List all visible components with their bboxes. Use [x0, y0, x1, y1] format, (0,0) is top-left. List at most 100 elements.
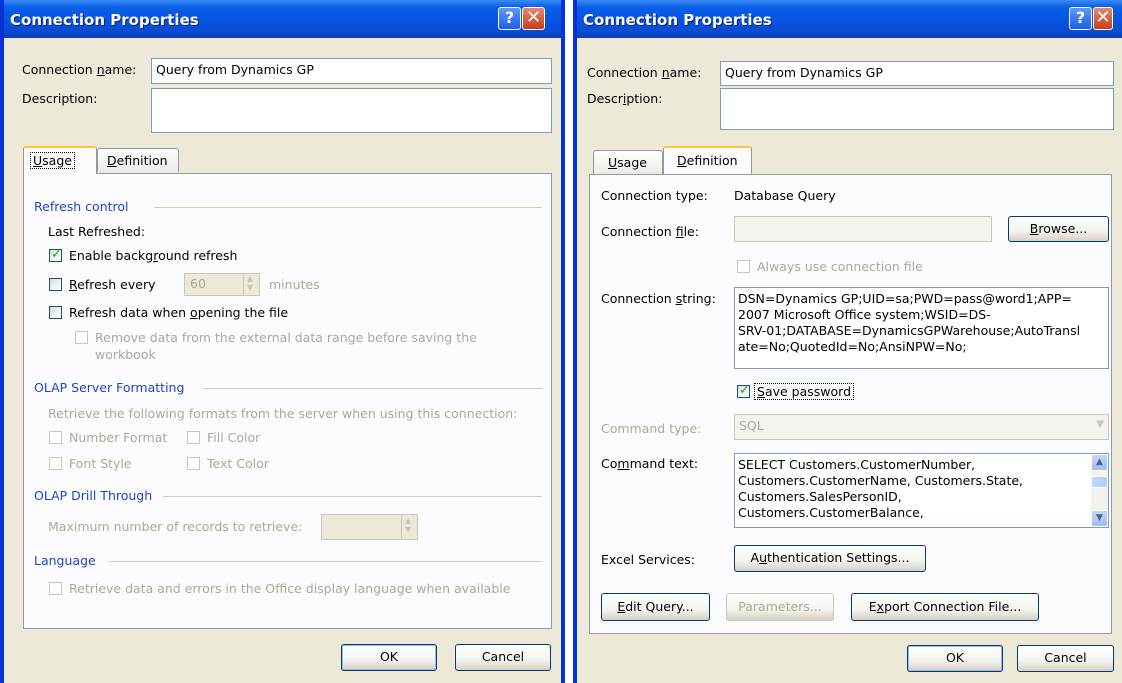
connection-name-label: Connection name: — [587, 65, 702, 80]
browse-button[interactable]: Browse... — [1008, 216, 1109, 242]
tab-usage[interactable]: Usage — [23, 146, 97, 174]
always-use-file-label: Always use connection file — [757, 259, 923, 274]
divider — [203, 388, 542, 389]
connection-name-input[interactable]: Query from Dynamics GP — [151, 58, 552, 84]
refresh-control-heading: Refresh control — [34, 199, 129, 214]
chevron-down-icon: ▼ — [1096, 419, 1104, 430]
remove-data-checkbox[interactable] — [75, 331, 88, 344]
refresh-on-open-checkbox[interactable] — [49, 306, 62, 319]
edit-query-button[interactable]: Edit Query... — [601, 593, 710, 621]
authentication-settings-button[interactable]: Authentication Settings... — [734, 545, 926, 572]
dialog-title: Connection Properties — [10, 11, 199, 29]
scroll-down-icon[interactable]: ▼ — [1091, 510, 1108, 527]
enable-background-refresh-checkbox[interactable]: ✓ — [49, 247, 62, 262]
font-style-label: Font Style — [69, 456, 132, 471]
connection-file-input[interactable] — [734, 216, 992, 242]
divider — [108, 561, 542, 562]
tab-definition-label: Definition — [107, 153, 168, 168]
command-type-label: Command type: — [601, 421, 702, 436]
tab-definition[interactable]: Definition — [663, 146, 752, 174]
refresh-minutes-value: 60 — [190, 276, 206, 291]
excel-services-label: Excel Services: — [601, 552, 696, 567]
connection-properties-dialog-usage: Connection Properties ? ✕ Connection nam… — [0, 0, 565, 683]
connection-string-line: SRV-01;DATABASE=DynamicsGPWarehouse;Auto… — [738, 323, 1081, 338]
tab-definition[interactable]: Definition — [97, 148, 179, 172]
checkmark-icon: ✓ — [739, 383, 750, 398]
help-button[interactable]: ? — [498, 7, 521, 30]
description-input[interactable] — [151, 88, 552, 133]
connection-type-label: Connection type: — [601, 188, 708, 203]
command-text-label: Command text: — [601, 456, 699, 471]
connection-string-input[interactable]: DSN=Dynamics GP;UID=sa;PWD=pass@word1;AP… — [734, 287, 1109, 369]
text-color-checkbox[interactable] — [187, 457, 200, 470]
number-format-checkbox[interactable] — [49, 431, 62, 444]
vertical-scrollbar[interactable]: ▲ ▼ — [1091, 454, 1108, 527]
text-color-label: Text Color — [207, 456, 269, 471]
ok-button[interactable]: OK — [341, 644, 437, 671]
fill-color-checkbox[interactable] — [187, 431, 200, 444]
divider — [154, 207, 542, 208]
language-heading: Language — [34, 553, 96, 568]
font-style-checkbox[interactable] — [49, 457, 62, 470]
connection-name-input[interactable]: Query from Dynamics GP — [720, 61, 1114, 86]
spinner-arrows-icon[interactable]: ▲ ▼ — [243, 274, 259, 295]
connection-properties-dialog-definition: Connection Properties ? ✕ Connection nam… — [573, 0, 1122, 683]
tab-usage-label: Usage — [608, 155, 647, 170]
refresh-every-checkbox[interactable] — [49, 278, 62, 291]
divider — [163, 496, 542, 497]
olap-formatting-description: Retrieve the following formats from the … — [48, 406, 518, 421]
refresh-every-label: Refresh every — [69, 277, 156, 292]
command-text-input[interactable]: SELECT Customers.CustomerNumber, Custome… — [734, 453, 1109, 528]
command-text-line: Customers.CustomerName, Customers.State, — [738, 473, 1024, 488]
max-records-spinner[interactable]: ▲ ▼ — [321, 514, 418, 540]
description-label: Description: — [587, 91, 663, 106]
dialog-title: Connection Properties — [583, 11, 772, 29]
description-input[interactable] — [720, 88, 1114, 130]
spinner-arrows-icon[interactable]: ▲ ▼ — [401, 515, 417, 539]
help-button[interactable]: ? — [1069, 7, 1092, 30]
connection-type-value: Database Query — [734, 188, 836, 203]
last-refreshed-label: Last Refreshed: — [48, 224, 146, 239]
olap-formatting-heading: OLAP Server Formatting — [34, 380, 185, 395]
scroll-up-icon[interactable]: ▲ — [1091, 454, 1108, 471]
olap-drill-heading: OLAP Drill Through — [34, 488, 153, 503]
refresh-minutes-unit: minutes — [269, 277, 320, 292]
scroll-thumb[interactable] — [1091, 476, 1108, 488]
number-format-label: Number Format — [69, 430, 168, 445]
fill-color-label: Fill Color — [207, 430, 261, 445]
refresh-minutes-spinner[interactable]: 60 ▲ ▼ — [184, 273, 260, 296]
command-text-line: Customers.CustomerBalance, — [738, 505, 924, 520]
tab-usage[interactable]: Usage — [593, 150, 663, 174]
title-bar[interactable]: Connection Properties ? ✕ — [4, 0, 561, 38]
parameters-button[interactable]: Parameters... — [726, 593, 834, 621]
connection-name-label: Connection name: — [22, 62, 137, 77]
save-password-label: Save password — [754, 383, 855, 400]
connection-string-label: Connection string: — [601, 291, 716, 306]
close-button[interactable]: ✕ — [522, 7, 545, 30]
connection-string-line: DSN=Dynamics GP;UID=sa;PWD=pass@word1;AP… — [738, 291, 1072, 306]
max-records-label: Maximum number of records to retrieve: — [48, 519, 303, 534]
connection-string-line: 2007 Microsoft Office system;WSID=DS- — [738, 307, 991, 322]
office-language-checkbox[interactable] — [49, 582, 62, 595]
command-type-select[interactable]: SQL ▼ — [734, 414, 1109, 440]
command-type-value: SQL — [739, 418, 764, 433]
export-connection-file-button[interactable]: Export Connection File... — [851, 593, 1039, 621]
office-language-label: Retrieve data and errors in the Office d… — [69, 581, 511, 596]
remove-data-label-line2: workbook — [95, 347, 156, 362]
close-button[interactable]: ✕ — [1093, 7, 1113, 30]
connection-file-label: Connection file: — [601, 224, 699, 239]
command-text-line: Customers.SalesPersonID, — [738, 489, 902, 504]
always-use-file-checkbox[interactable] — [737, 260, 750, 273]
refresh-on-open-label: Refresh data when opening the file — [69, 305, 289, 320]
save-password-checkbox[interactable]: ✓ — [737, 383, 750, 398]
ok-button[interactable]: OK — [907, 645, 1003, 672]
title-bar[interactable]: Connection Properties ? ✕ — [577, 0, 1122, 38]
enable-background-refresh-label: Enable background refresh — [69, 248, 238, 263]
connection-string-line: ate=No;QuotedId=No;AnsiNPW=No; — [738, 339, 967, 354]
cancel-button[interactable]: Cancel — [455, 644, 551, 671]
cancel-button[interactable]: Cancel — [1017, 645, 1114, 672]
command-text-line: SELECT Customers.CustomerNumber, — [738, 457, 976, 472]
tab-definition-label: Definition — [677, 153, 738, 168]
tab-usage-label: Usage — [30, 152, 75, 169]
description-label: Description: — [22, 91, 98, 106]
